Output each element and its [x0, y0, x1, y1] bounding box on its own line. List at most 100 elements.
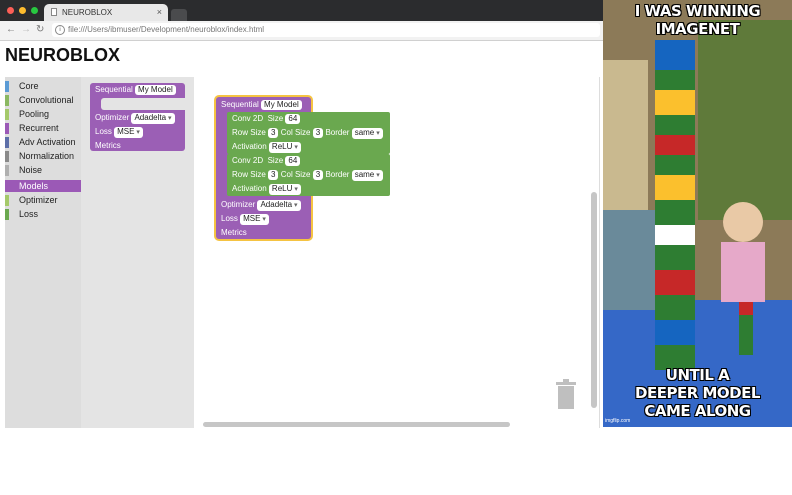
- row-size-field[interactable]: 3: [268, 170, 279, 180]
- trash-icon[interactable]: [555, 378, 577, 410]
- toolbox-sidebar: Core Convolutional Pooling Recurrent Adv Act…: [5, 77, 81, 428]
- sidebar-item-label: Optimizer: [19, 195, 58, 205]
- block-header: Sequential: [221, 100, 259, 109]
- sidebar-item-pooling[interactable]: Pooling: [5, 108, 81, 120]
- col-size-field[interactable]: 3: [312, 170, 324, 180]
- block-header: Sequential: [95, 85, 133, 94]
- lego-tower-photo: [603, 0, 792, 427]
- browser-tab[interactable]: NEUROBLOX ×: [44, 4, 168, 21]
- row-size-label: Row Size: [232, 170, 266, 179]
- sidebar-item-label: Core: [19, 81, 39, 91]
- sidebar-item-label: Models: [19, 181, 49, 191]
- category-color-swatch: [5, 181, 9, 192]
- category-color-swatch: [5, 109, 9, 120]
- layer-type-label: Conv 2D: [232, 114, 264, 123]
- optimizer-label: Optimizer: [95, 113, 130, 122]
- optimizer-dropdown[interactable]: Adadelta: [131, 113, 175, 124]
- conv2d-layer-block[interactable]: Conv 2D Size 64 Row Size 3 Col Size 3 Bo…: [227, 154, 390, 196]
- sidebar-item-label: Noise: [19, 165, 43, 175]
- row-size-field[interactable]: 3: [268, 128, 279, 138]
- sidebar-item-normalization[interactable]: Normalization: [5, 150, 81, 162]
- model-name-field[interactable]: My Model: [135, 85, 176, 95]
- sidebar-item-label: Convolutional: [19, 95, 74, 105]
- info-icon[interactable]: i: [55, 25, 65, 35]
- minimize-window-icon[interactable]: [19, 7, 26, 14]
- layer-slot: [101, 98, 185, 110]
- page-title: NEUROBLOX: [5, 45, 121, 65]
- meme-bottom-line-3: CAME ALONG: [644, 402, 751, 420]
- sidebar-item-models[interactable]: Models: [5, 180, 81, 192]
- size-field[interactable]: 64: [285, 156, 301, 166]
- sidebar-item-core[interactable]: Core: [5, 80, 81, 92]
- arrow-right-icon[interactable]: →: [21, 24, 31, 35]
- sequential-model-block[interactable]: Sequential My Model Conv 2D Size 64 Row …: [216, 97, 390, 239]
- category-color-swatch: [5, 195, 9, 206]
- category-color-swatch: [5, 165, 9, 176]
- meme-bottom-line-1: UNTIL A: [665, 366, 730, 384]
- category-color-swatch: [5, 137, 9, 148]
- new-tab-button[interactable]: [171, 9, 187, 21]
- sidebar-item-recurrent[interactable]: Recurrent: [5, 122, 81, 134]
- meme-image: I WAS WINNING IMAGENET UNTIL A DEEPER MO…: [603, 0, 792, 427]
- category-color-swatch: [5, 123, 9, 134]
- optimizer-dropdown[interactable]: Adadelta: [257, 200, 301, 211]
- category-color-swatch: [5, 95, 9, 106]
- border-dropdown[interactable]: same: [351, 170, 383, 181]
- image-credit: imgflip.com: [605, 418, 631, 424]
- sidebar-item-label: Normalization: [19, 151, 75, 161]
- col-size-field[interactable]: 3: [312, 128, 324, 138]
- sidebar-item-convolutional[interactable]: Convolutional: [5, 94, 81, 106]
- sidebar-item-loss[interactable]: Loss: [5, 208, 81, 220]
- loss-dropdown[interactable]: MSE: [240, 214, 269, 225]
- border-dropdown[interactable]: same: [351, 128, 383, 139]
- arrow-left-icon[interactable]: ←: [6, 24, 16, 35]
- row-size-label: Row Size: [232, 128, 266, 137]
- conv2d-layer-block[interactable]: Conv 2D Size 64 Row Size 3 Col Size 3 Bo…: [227, 112, 390, 154]
- flyout-sequential-block[interactable]: Sequential My Model Optimizer Adadelta L…: [90, 83, 185, 151]
- metrics-label: Metrics: [221, 228, 247, 237]
- activation-label: Activation: [232, 142, 267, 151]
- workspace-canvas[interactable]: Sequential My Model Conv 2D Size 64 Row …: [194, 77, 600, 428]
- category-color-swatch: [5, 209, 9, 220]
- sidebar-item-adv-activation[interactable]: Adv Activation: [5, 136, 81, 148]
- toolbox-flyout: Sequential My Model Optimizer Adadelta L…: [81, 77, 194, 428]
- metrics-label: Metrics: [95, 141, 121, 150]
- layer-type-label: Conv 2D: [232, 156, 264, 165]
- url-text: file:///Users/ibmuser/Development/neurob…: [68, 25, 265, 34]
- activation-dropdown[interactable]: ReLU: [268, 142, 301, 153]
- address-bar[interactable]: i file:///Users/ibmuser/Development/neur…: [52, 23, 600, 37]
- category-color-swatch: [5, 151, 9, 162]
- browser-tab-bar: NEUROBLOX ×: [0, 0, 603, 21]
- sidebar-item-label: Loss: [19, 209, 39, 219]
- optimizer-label: Optimizer: [221, 200, 256, 209]
- loss-dropdown[interactable]: MSE: [114, 127, 143, 138]
- size-field[interactable]: 64: [285, 114, 301, 124]
- col-size-label: Col Size: [280, 170, 311, 179]
- category-color-swatch: [5, 81, 9, 92]
- horizontal-scrollbar[interactable]: [203, 422, 510, 427]
- sidebar-item-noise[interactable]: Noise: [5, 164, 81, 176]
- sidebar-item-label: Pooling: [19, 109, 50, 119]
- page-icon: [51, 8, 57, 16]
- meme-top-line-1: I WAS WINNING: [634, 2, 761, 20]
- activation-dropdown[interactable]: ReLU: [268, 184, 301, 195]
- browser-nav-bar: ← → ↻ i file:///Users/ibmuser/Developmen…: [0, 21, 603, 41]
- model-name-field[interactable]: My Model: [261, 100, 302, 110]
- maximize-window-icon[interactable]: [31, 7, 38, 14]
- col-size-label: Col Size: [280, 128, 311, 137]
- loss-label: Loss: [95, 127, 112, 136]
- size-label: Size: [267, 156, 284, 165]
- sidebar-item-label: Adv Activation: [19, 137, 76, 147]
- loss-label: Loss: [221, 214, 238, 223]
- reload-icon[interactable]: ↻: [36, 24, 44, 35]
- border-label: Border: [325, 170, 350, 179]
- meme-top-line-2: IMAGENET: [655, 20, 740, 38]
- meme-bottom-line-2: DEEPER MODEL: [635, 384, 760, 402]
- close-tab-icon[interactable]: ×: [157, 7, 162, 17]
- vertical-scrollbar[interactable]: [591, 192, 597, 408]
- activation-label: Activation: [232, 184, 267, 193]
- sidebar-item-optimizer[interactable]: Optimizer: [5, 194, 81, 206]
- tab-title: NEUROBLOX: [62, 8, 113, 17]
- border-label: Border: [325, 128, 350, 137]
- close-window-icon[interactable]: [7, 7, 14, 14]
